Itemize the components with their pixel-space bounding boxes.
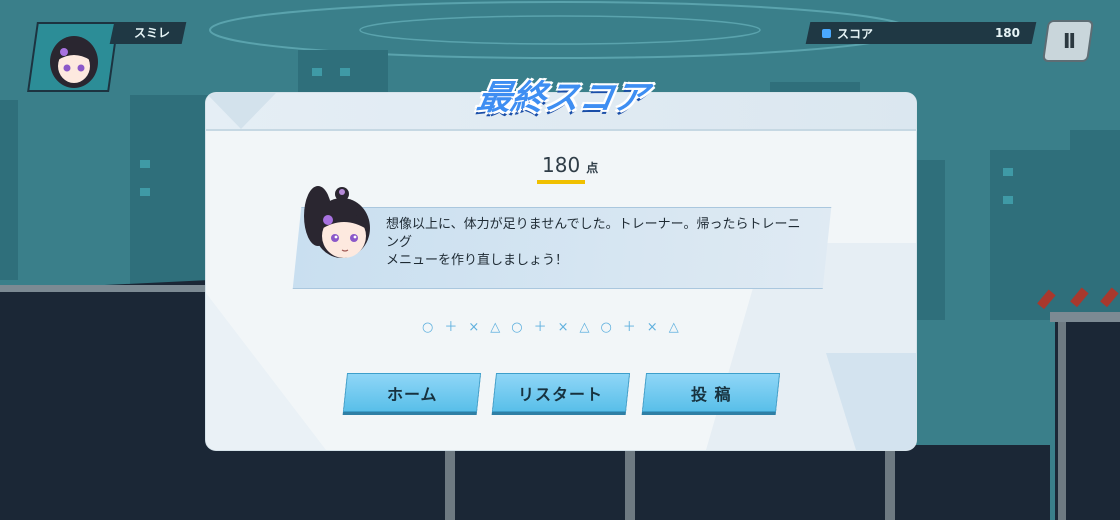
player-avatar [27,22,119,92]
post-button-label: 投 稿 [690,384,732,404]
final-score-unit: 点 [586,161,599,175]
final-score-title: 最終スコア [458,70,668,124]
message-line-2: メニューを作り直しましょう！ [386,253,569,268]
dialog-title: 最終スコア [473,78,651,118]
player-name: スミレ [134,26,171,40]
pause-button[interactable]: II [1042,20,1094,62]
decorative-symbols: ○＋×△○＋×△○＋×△ [422,320,690,335]
final-score: 180 点 [542,153,598,177]
character-portrait-icon [304,186,370,258]
restart-button-label: リスタート [518,384,604,404]
pause-icon: II [1062,29,1074,53]
message-line-1: 想像以上に、体力が足りませんでした。トレーナー。帰ったらトレーニング [386,217,801,250]
home-button-label: ホーム [386,384,438,404]
girl-face-icon [50,36,98,88]
score-value: 180 [994,26,1020,40]
character-message: 想像以上に、体力が足りませんでした。トレーナー。帰ったらトレーニング メニューを… [386,216,806,270]
score-underline [537,180,585,184]
score-bar: スコア 180 [805,22,1037,44]
player-name-bar: スミレ [109,22,187,44]
final-score-value: 180 [542,153,581,177]
score-label: スコア [837,26,874,41]
score-icon [822,28,831,38]
home-button[interactable]: ホーム [342,373,482,412]
restart-button[interactable]: リスタート [491,373,631,412]
post-button[interactable]: 投 稿 [641,373,781,412]
